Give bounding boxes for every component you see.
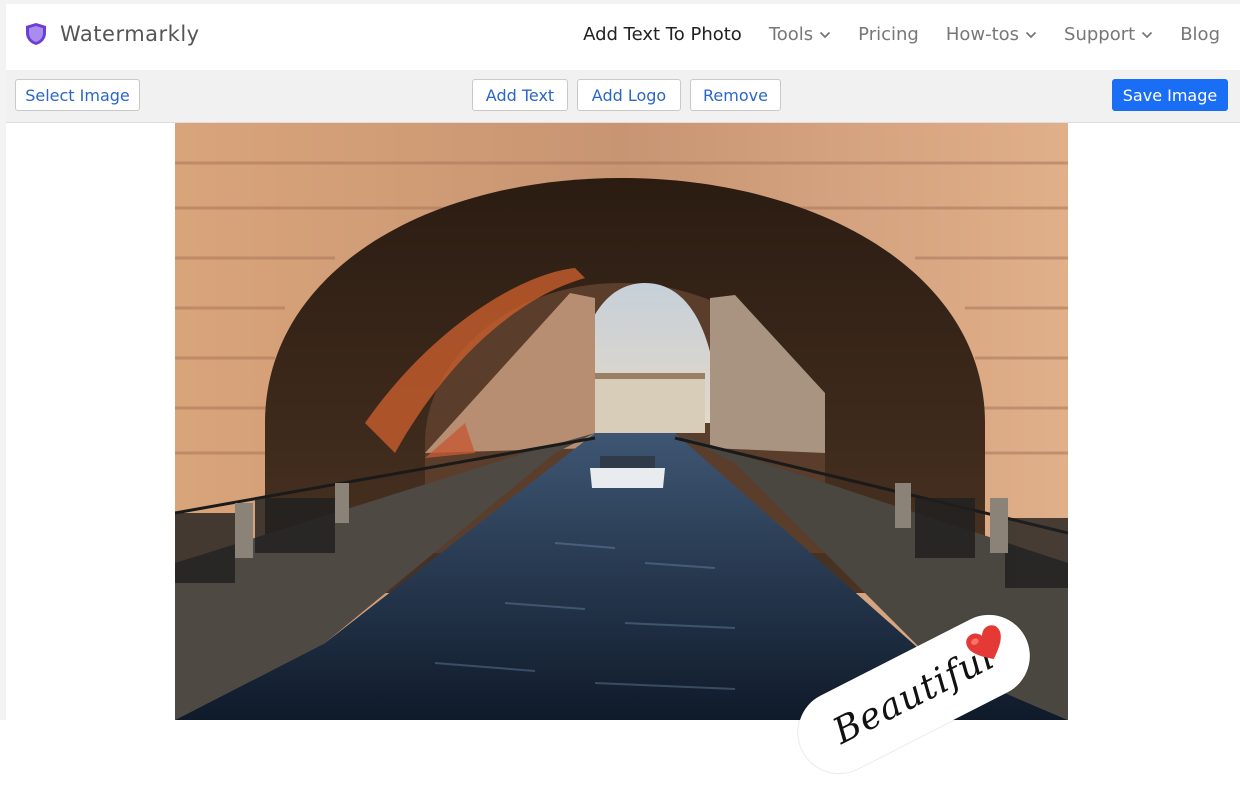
add-logo-button[interactable]: Add Logo	[577, 79, 681, 111]
nav-pricing[interactable]: Pricing	[858, 24, 919, 45]
remove-button[interactable]: Remove	[690, 79, 781, 111]
brand-name: Watermarkly	[60, 22, 200, 46]
shield-logo-icon	[26, 23, 46, 45]
nav-label: Support	[1064, 24, 1136, 45]
nav-support[interactable]: Support	[1064, 24, 1153, 45]
editor-toolbar: Select Image Add Text Add Logo Remove Sa…	[6, 70, 1240, 123]
nav-add-text-to-photo[interactable]: Add Text To Photo	[583, 24, 742, 45]
main-nav: Add Text To Photo Tools Pricing How-tos …	[556, 24, 1220, 45]
brand[interactable]: Watermarkly	[24, 22, 200, 46]
chevron-down-icon	[820, 31, 831, 38]
nav-label: How-tos	[945, 24, 1020, 45]
top-navigation: Watermarkly Add Text To Photo Tools Pric…	[6, 4, 1240, 71]
nav-label: Pricing	[858, 24, 919, 45]
nav-label: Tools	[768, 24, 814, 45]
nav-tools[interactable]: Tools	[769, 24, 831, 45]
nav-how-tos[interactable]: How-tos	[946, 24, 1037, 45]
nav-label: Add Text To Photo	[583, 24, 742, 45]
chevron-down-icon	[1142, 31, 1153, 38]
select-image-button[interactable]: Select Image	[15, 79, 140, 111]
chevron-down-icon	[1025, 31, 1037, 38]
nav-label: Blog	[1180, 24, 1220, 45]
nav-blog[interactable]: Blog	[1180, 24, 1220, 45]
add-text-button[interactable]: Add Text	[472, 79, 568, 111]
photo-canal-bridge	[175, 123, 1068, 720]
editor-canvas: Beautiful	[6, 123, 1240, 787]
save-image-button[interactable]: Save Image	[1112, 79, 1228, 111]
